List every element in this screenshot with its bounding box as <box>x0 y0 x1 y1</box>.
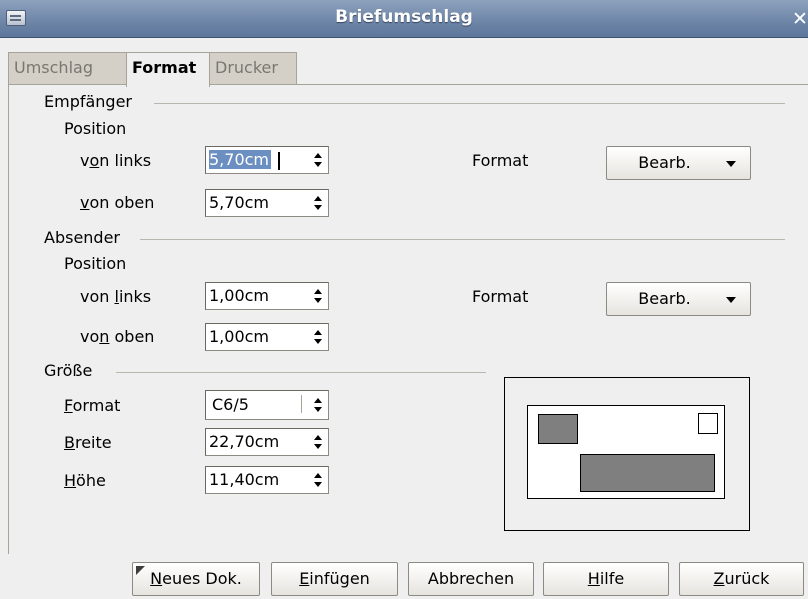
tab-format[interactable]: Format <box>126 52 210 87</box>
cancel-button[interactable]: Abbrechen <box>408 562 534 596</box>
chevron-down-icon <box>726 161 736 167</box>
window-title: Briefumschlag <box>335 7 473 27</box>
size-format-label: Format <box>64 396 121 415</box>
chevron-down-icon <box>726 297 736 303</box>
size-width-value[interactable]: 22,70cm <box>209 432 279 451</box>
spin-arrows-icon[interactable] <box>310 395 326 415</box>
preview-sender-block <box>538 414 578 444</box>
envelope-preview <box>504 377 750 531</box>
text-caret <box>278 152 280 170</box>
tab-drucker[interactable]: Drucker <box>209 52 297 85</box>
recipient-top-label: von oben <box>80 193 155 212</box>
insert-button[interactable]: Einfügen <box>271 562 398 596</box>
sender-format-label: Format <box>472 287 529 306</box>
preview-stamp-block <box>698 413 718 434</box>
back-button[interactable]: Zurück <box>679 562 804 596</box>
size-height-label: Höhe <box>64 471 106 490</box>
close-icon[interactable]: ✕ <box>792 8 808 30</box>
size-height-value[interactable]: 11,40cm <box>209 470 279 489</box>
sender-top-label: von oben <box>80 327 155 346</box>
spin-arrows-icon[interactable] <box>310 150 326 170</box>
preview-recipient-block <box>580 454 715 492</box>
spin-arrows-icon[interactable] <box>310 193 326 213</box>
recipient-top-value[interactable]: 5,70cm <box>209 193 269 212</box>
recipient-format-label: Format <box>472 151 529 170</box>
size-width-spinfield[interactable]: 22,70cm <box>205 428 329 456</box>
sender-position-label: Position <box>64 254 127 273</box>
help-button[interactable]: Hilfe <box>543 562 669 596</box>
sender-top-spinfield[interactable]: 1,00cm <box>205 323 329 351</box>
spin-arrows-icon[interactable] <box>310 327 326 347</box>
spin-arrows-icon[interactable] <box>310 470 326 490</box>
recipient-section-title: Empfänger <box>44 92 133 111</box>
recipient-left-value[interactable]: 5,70cm <box>209 150 272 169</box>
spin-arrows-icon[interactable] <box>310 286 326 306</box>
sender-left-value[interactable]: 1,00cm <box>209 286 269 305</box>
new-document-button[interactable]: Neues Dok. <box>132 562 260 596</box>
size-width-label: Breite <box>64 433 112 452</box>
sender-left-spinfield[interactable]: 1,00cm <box>205 282 329 310</box>
size-height-spinfield[interactable]: 11,40cm <box>205 466 329 494</box>
title-bar: Briefumschlag ✕ <box>0 0 808 38</box>
sender-left-label: von links <box>80 287 152 306</box>
tab-umschlag[interactable]: Umschlag <box>8 52 127 85</box>
recipient-top-spinfield[interactable]: 5,70cm <box>205 189 329 217</box>
recipient-left-label: von links <box>80 151 152 170</box>
recipient-separator <box>154 103 785 104</box>
sender-edit-button[interactable]: Bearb. <box>606 282 751 316</box>
size-section-title: Größe <box>44 361 93 380</box>
sender-section-title: Absender <box>44 228 120 247</box>
combo-divider <box>301 395 302 413</box>
recipient-position-label: Position <box>64 119 127 138</box>
sender-separator <box>140 239 785 240</box>
recipient-edit-button[interactable]: Bearb. <box>606 146 751 180</box>
recipient-left-spinfield[interactable]: 5,70cm <box>205 146 329 174</box>
envelope-preview-envelope <box>527 405 725 499</box>
spin-arrows-icon[interactable] <box>310 432 326 452</box>
sender-top-value[interactable]: 1,00cm <box>209 327 269 346</box>
size-format-value[interactable]: C6/5 <box>212 395 249 414</box>
size-separator <box>116 372 486 373</box>
size-format-select[interactable]: C6/5 <box>205 390 329 420</box>
default-corner-icon <box>136 566 145 575</box>
